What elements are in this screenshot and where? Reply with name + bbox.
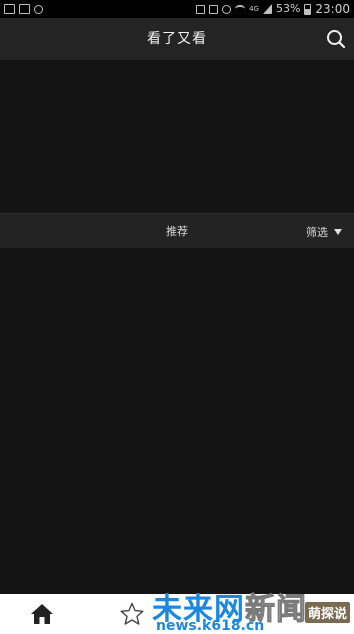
status-bar: 4G 53% 23:00 (0, 0, 354, 18)
network-type: 4G (249, 5, 259, 13)
watermark: 未来网新闻 news.k618.cn 萌探说 (152, 580, 352, 634)
vpn-icon (19, 4, 30, 14)
status-bar-left (4, 0, 43, 18)
content-list (0, 248, 354, 594)
search-button[interactable] (326, 29, 346, 49)
notification-icon (4, 4, 15, 14)
caret-down-icon (334, 228, 342, 235)
recommend-tab[interactable]: 推荐 (0, 214, 354, 249)
filter-label: 筛选 (306, 225, 328, 239)
alarm-icon (222, 4, 232, 14)
nfc-icon (196, 4, 206, 14)
wifi-icon (235, 5, 246, 13)
watermark-url: news.k618.cn (156, 618, 265, 634)
clock: 23:00 (315, 2, 350, 16)
watermark-badge: 萌探说 (304, 602, 350, 623)
filter-bar: 推荐 筛选 (0, 213, 354, 248)
star-icon (120, 602, 144, 625)
cloud-icon (34, 4, 43, 14)
filter-button[interactable]: 筛选 (306, 214, 342, 249)
signal-icon (262, 4, 272, 14)
home-icon (31, 604, 53, 624)
nav-home[interactable] (12, 594, 72, 634)
battery-percent: 53% (275, 2, 301, 15)
status-bar-right: 4G 53% 23:00 (196, 0, 350, 18)
header: 看了又看 (0, 18, 354, 60)
page-title: 看了又看 (147, 31, 207, 47)
search-icon (327, 30, 346, 49)
mute-icon (209, 4, 219, 14)
battery-icon (304, 3, 312, 15)
banner-area (0, 60, 354, 213)
